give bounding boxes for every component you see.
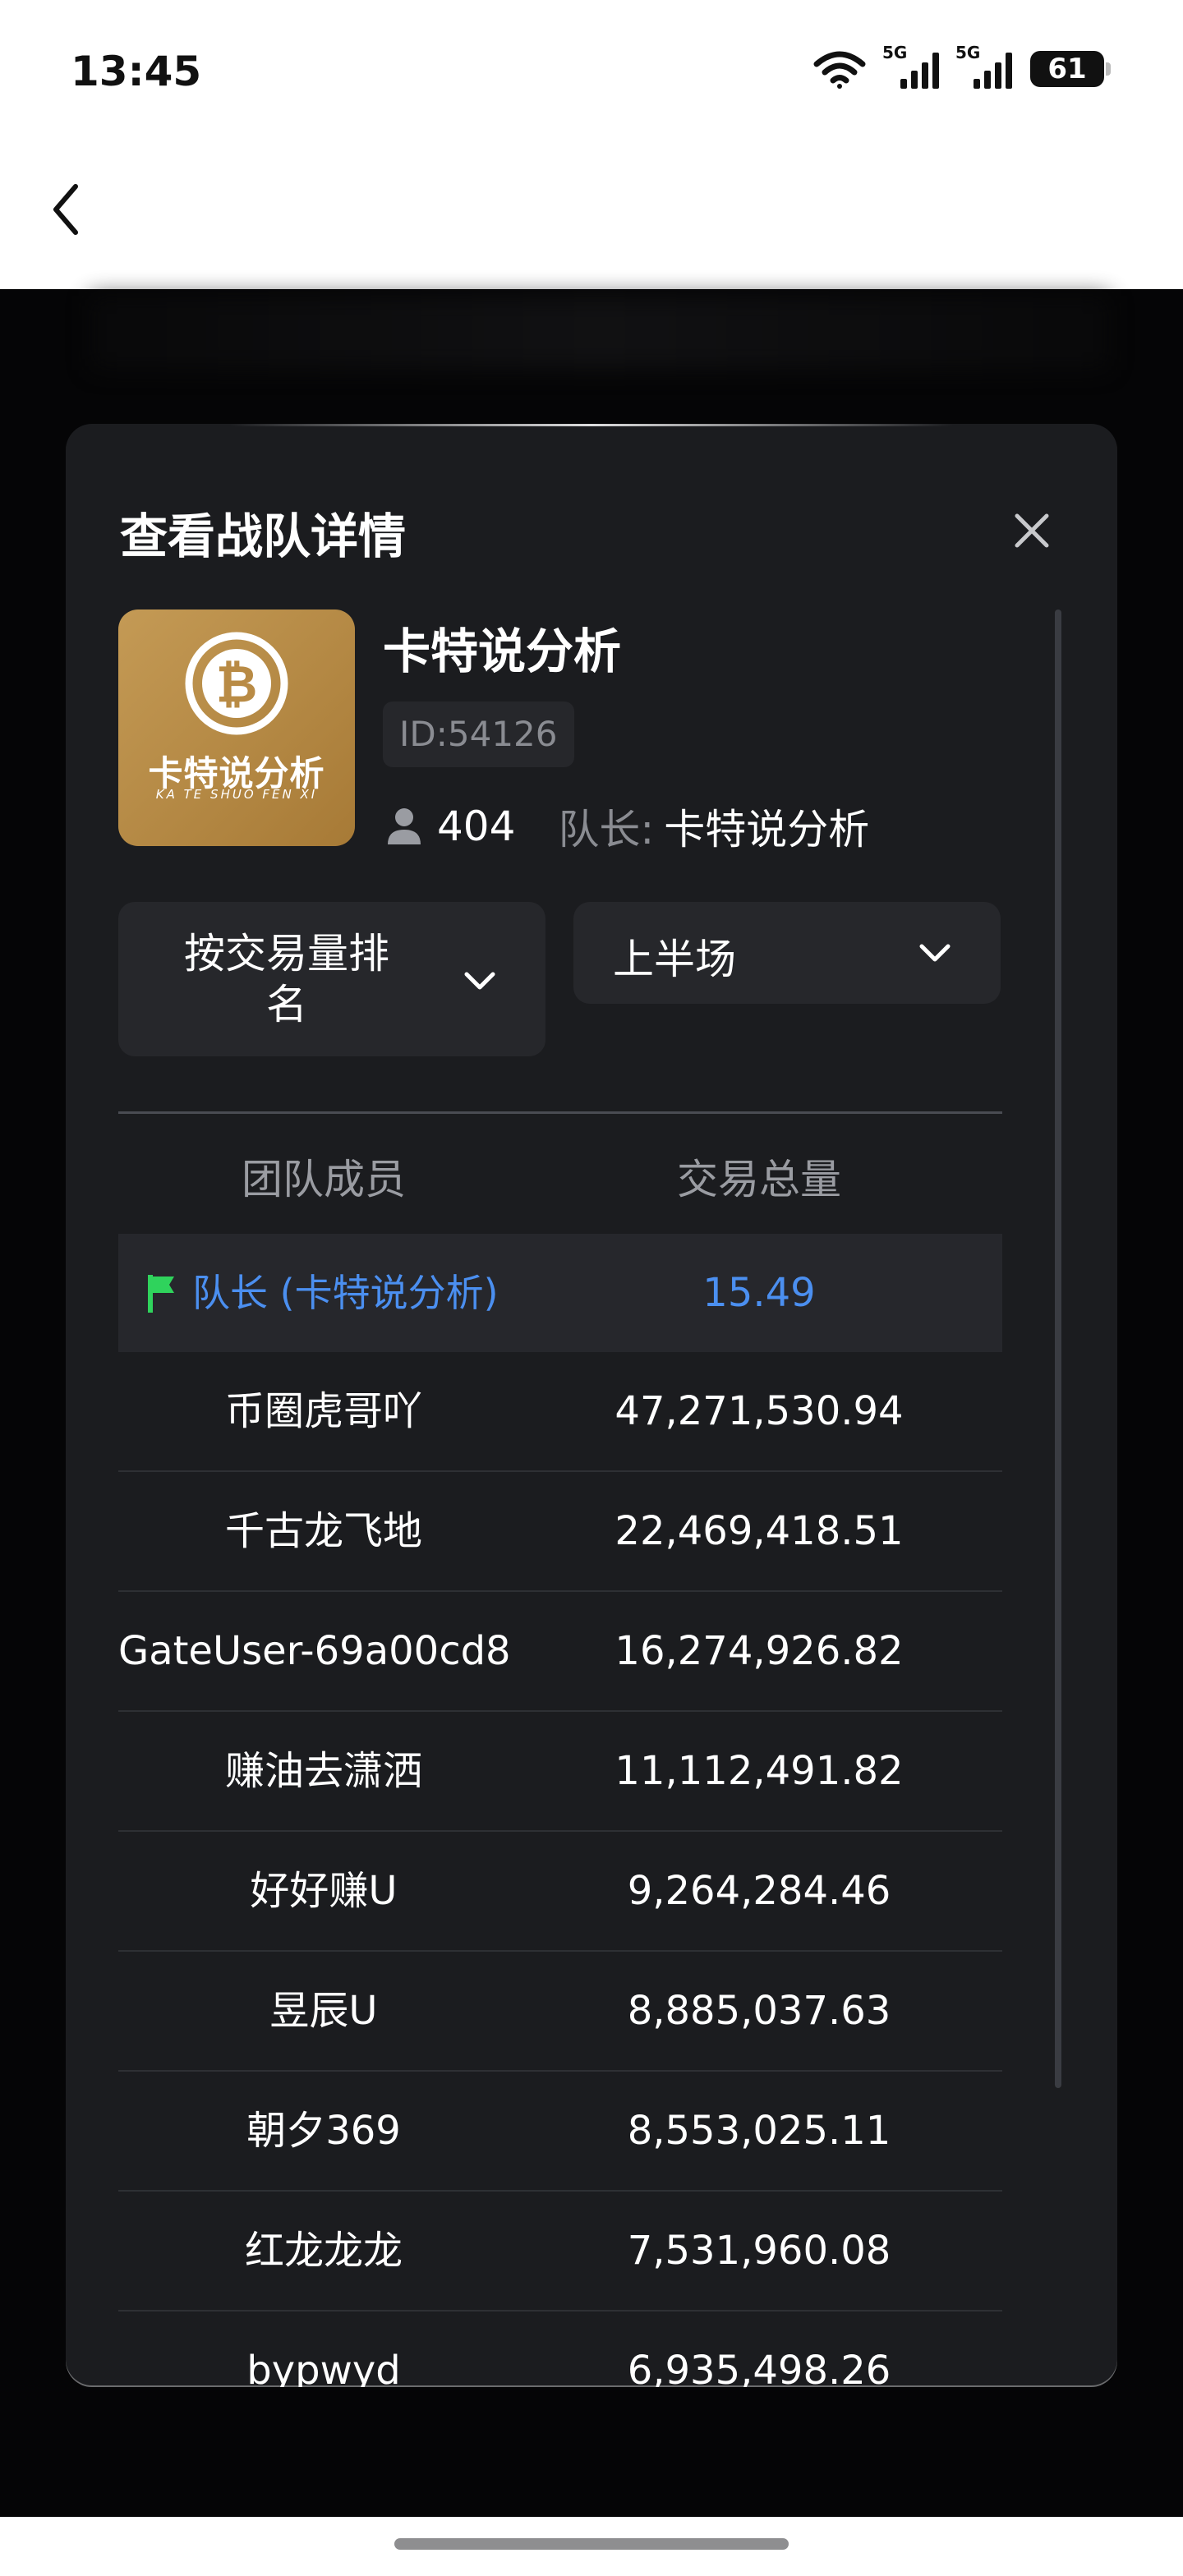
member-volume: 16,274,926.82 — [615, 1628, 904, 1674]
member-name: 好好赚U — [250, 1868, 398, 1914]
close-button[interactable] — [1007, 506, 1056, 555]
member-volume: 47,271,530.94 — [615, 1388, 904, 1434]
table-row[interactable]: GateUser-69a00cd8 16,274,926.82 — [118, 1592, 1002, 1712]
member-volume: 8,885,037.63 — [627, 1988, 891, 2034]
close-icon — [1015, 513, 1049, 548]
chevron-left-icon — [53, 184, 78, 235]
scrollbar[interactable] — [1055, 610, 1061, 2088]
battery-icon: 61 — [1030, 51, 1111, 87]
member-name: 朝夕369 — [246, 2108, 401, 2154]
network-type-1: 5G — [882, 43, 908, 62]
table-row[interactable]: 千古龙飞地 22,469,418.51 — [118, 1472, 1002, 1592]
member-name: 币圈虎哥吖 — [224, 1388, 422, 1434]
member-volume: 8,553,025.11 — [627, 2108, 891, 2154]
table-row[interactable]: 朝夕369 8,553,025.11 — [118, 2072, 1002, 2192]
battery-level: 61 — [1047, 53, 1087, 85]
chevron-down-icon — [464, 972, 495, 990]
table-row[interactable]: bypwyd 6,935,498.26 — [118, 2312, 1002, 2387]
home-indicator[interactable] — [394, 2538, 789, 2550]
flag-icon — [148, 1274, 174, 1313]
network-type-2: 5G — [955, 43, 981, 62]
table-row[interactable]: 赚油去潇洒 11,112,491.82 — [118, 1712, 1002, 1832]
member-name: bypwyd — [246, 2348, 401, 2387]
captain-label: 队长: — [558, 806, 655, 853]
modal-title: 查看战队详情 — [120, 508, 407, 564]
member-name: 昱辰U — [269, 1988, 378, 2034]
member-volume: 22,469,418.51 — [615, 1508, 904, 1554]
captain-row-volume: 15.49 — [702, 1270, 816, 1316]
logo-subtext: KA TE SHUO FEN XI — [155, 787, 318, 802]
sort-dropdown-value: 按交易量排名 — [184, 930, 389, 1028]
status-time: 13:45 — [71, 48, 202, 95]
cell-signal-icon: 5G — [882, 43, 939, 89]
captain-row-name: 队长 (卡特说分析) — [146, 1234, 557, 1352]
column-header-member: 团队成员 — [242, 1156, 406, 1203]
member-name: 千古龙飞地 — [224, 1508, 422, 1554]
table-row[interactable]: 红龙龙龙 7,531,960.08 — [118, 2192, 1002, 2312]
wifi-icon — [813, 51, 866, 89]
back-button[interactable] — [41, 177, 90, 242]
team-id-badge: ID:54126 — [383, 702, 574, 767]
captain-name: 卡特说分析 — [664, 806, 870, 853]
period-dropdown-value: 上半场 — [613, 936, 736, 983]
member-volume: 9,264,284.46 — [627, 1868, 891, 1914]
person-icon — [388, 808, 421, 844]
team-detail-modal: 查看战队详情 ₿ 卡特说分析 KA TE SHUO FEN XI 卡特说分析 I… — [66, 424, 1117, 2387]
team-meta: 404 队长: 卡特说分析 — [386, 794, 869, 859]
member-table: 队长 (卡特说分析) 15.49 币圈虎哥吖 47,271,530.94 千古龙… — [118, 1234, 1002, 2387]
cell-signal-icon-2: 5G — [955, 43, 1012, 89]
captain-row[interactable]: 队长 (卡特说分析) 15.49 — [118, 1234, 1002, 1352]
member-volume: 7,531,960.08 — [627, 2228, 891, 2274]
column-header-volume: 交易总量 — [677, 1156, 841, 1203]
table-row[interactable]: 好好赚U 9,264,284.46 — [118, 1832, 1002, 1952]
table-row[interactable]: 币圈虎哥吖 47,271,530.94 — [118, 1352, 1002, 1472]
status-icons: 5G 5G 61 — [813, 43, 1111, 89]
member-name: 红龙龙龙 — [244, 2228, 403, 2274]
member-count: 404 — [437, 803, 516, 850]
blurred-background-content — [90, 296, 1109, 370]
member-name: 赚油去潇洒 — [224, 1748, 422, 1794]
svg-text:₿: ₿ — [216, 654, 258, 714]
top-bar: 13:45 5G 5G 61 — [0, 0, 1183, 289]
member-volume: 11,112,491.82 — [615, 1748, 904, 1794]
team-name: 卡特说分析 — [383, 623, 622, 679]
chevron-down-icon — [919, 944, 951, 962]
sort-dropdown[interactable]: 按交易量排名 — [118, 902, 545, 1056]
table-divider — [118, 1111, 1002, 1114]
period-dropdown[interactable]: 上半场 — [573, 902, 1001, 1004]
team-logo: ₿ 卡特说分析 KA TE SHUO FEN XI — [118, 610, 355, 846]
table-row[interactable]: 昱辰U 8,885,037.63 — [118, 1952, 1002, 2072]
bitcoin-logo-icon: ₿ — [185, 632, 288, 735]
member-name: GateUser-69a00cd8 — [118, 1628, 511, 1674]
member-volume: 6,935,498.26 — [627, 2348, 891, 2387]
captain-row-label: 队长 (卡特说分析) — [192, 1271, 499, 1315]
